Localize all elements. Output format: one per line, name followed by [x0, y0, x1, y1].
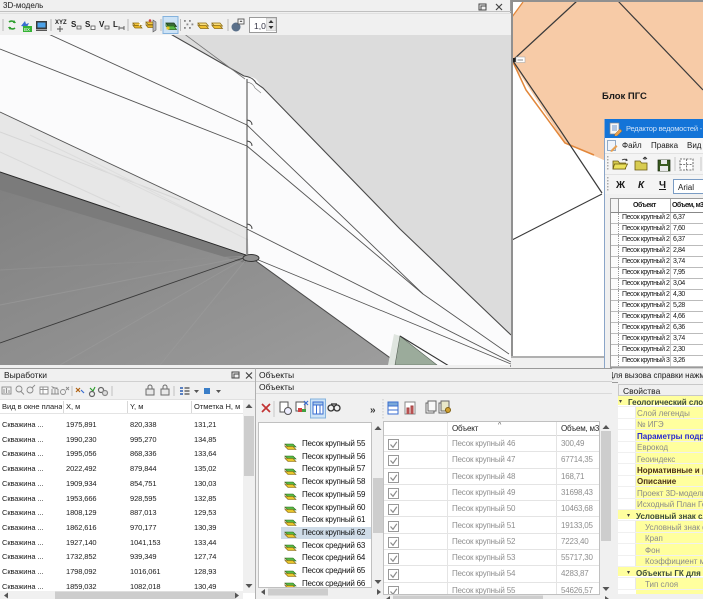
svg-text:Ч: Ч [659, 180, 666, 191]
svg-text:V: V [99, 20, 105, 29]
svg-text:К: К [638, 180, 645, 191]
svg-text:S: S [85, 20, 91, 29]
svg-text:XYZ: XYZ [55, 20, 67, 26]
svg-text:»: » [370, 405, 376, 416]
svg-text:Ж: Ж [615, 180, 626, 191]
svg-text:BX: BX [24, 27, 30, 32]
svg-text:S: S [71, 20, 77, 29]
svg-text:L: L [113, 20, 118, 29]
svg-text:Блок ПГС: Блок ПГС [602, 91, 647, 102]
